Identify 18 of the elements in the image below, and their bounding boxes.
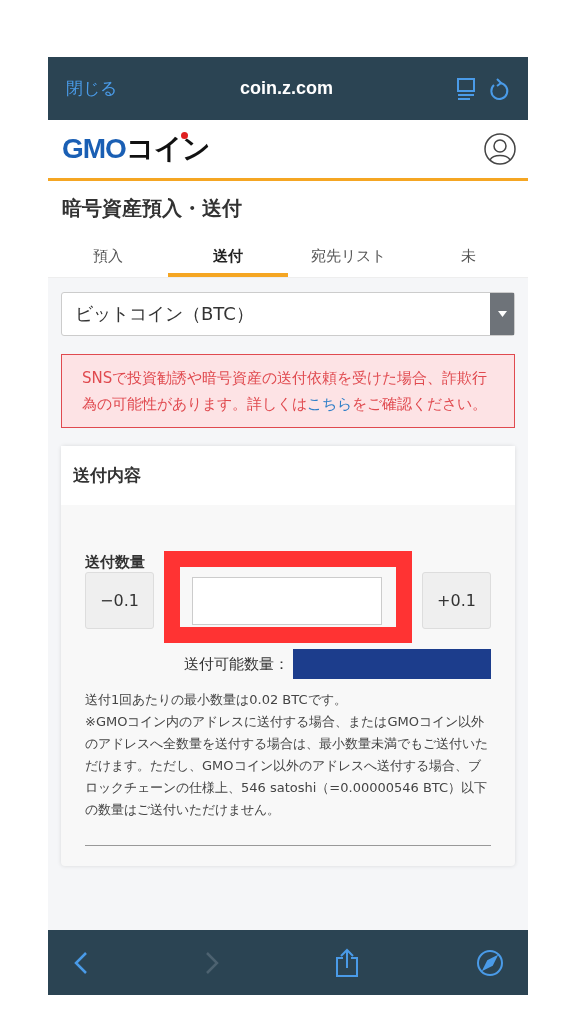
tab[interactable]: 未 — [408, 239, 528, 277]
close-link[interactable]: 閉じる — [66, 77, 117, 100]
note-text: 送付1回あたりの最小数量は0.02 BTCです。 — [85, 691, 348, 709]
tab[interactable]: 預入 — [48, 239, 168, 277]
warning-message: SNSで投資勧誘や暗号資産の送付依頼を受けた場合、詐欺行為の可能性があります。詳しくはこちら をご確認ください。 — [61, 354, 515, 428]
available-label: 送付可能数量： — [184, 654, 289, 674]
tab[interactable]: 送付 — [168, 239, 288, 277]
currency-select[interactable]: ビットコイン（BTC） — [61, 292, 515, 336]
amount-label: 送付数量 — [85, 553, 145, 571]
note-text: ※GMOコイン内のアドレスに送付する場合、またはGMOコイン以外のアドレスへ全数量を送付する場合は、最小数量未満でもご送付いただけます。ただし、GMOコイン以外のアドレスへ送付する場合、ブロックチェーンの仕様上、546 satoshi（=0.00000546 BTC）以下の数量はご送付いただけません。 — [85, 713, 489, 819]
logo: GMOコイン — [62, 131, 210, 166]
decrement-button[interactable]: −0.1 — [85, 572, 154, 629]
url-text: coin.z.com — [239, 78, 334, 99]
details-link[interactable]: こちら — [307, 395, 352, 413]
tab[interactable]: 宛先リスト — [288, 239, 408, 277]
increment-button[interactable]: +0.1 — [422, 572, 491, 629]
card-title: 送付内容 — [73, 465, 141, 485]
page-title: 暗号資産預入・送付 — [62, 195, 243, 222]
